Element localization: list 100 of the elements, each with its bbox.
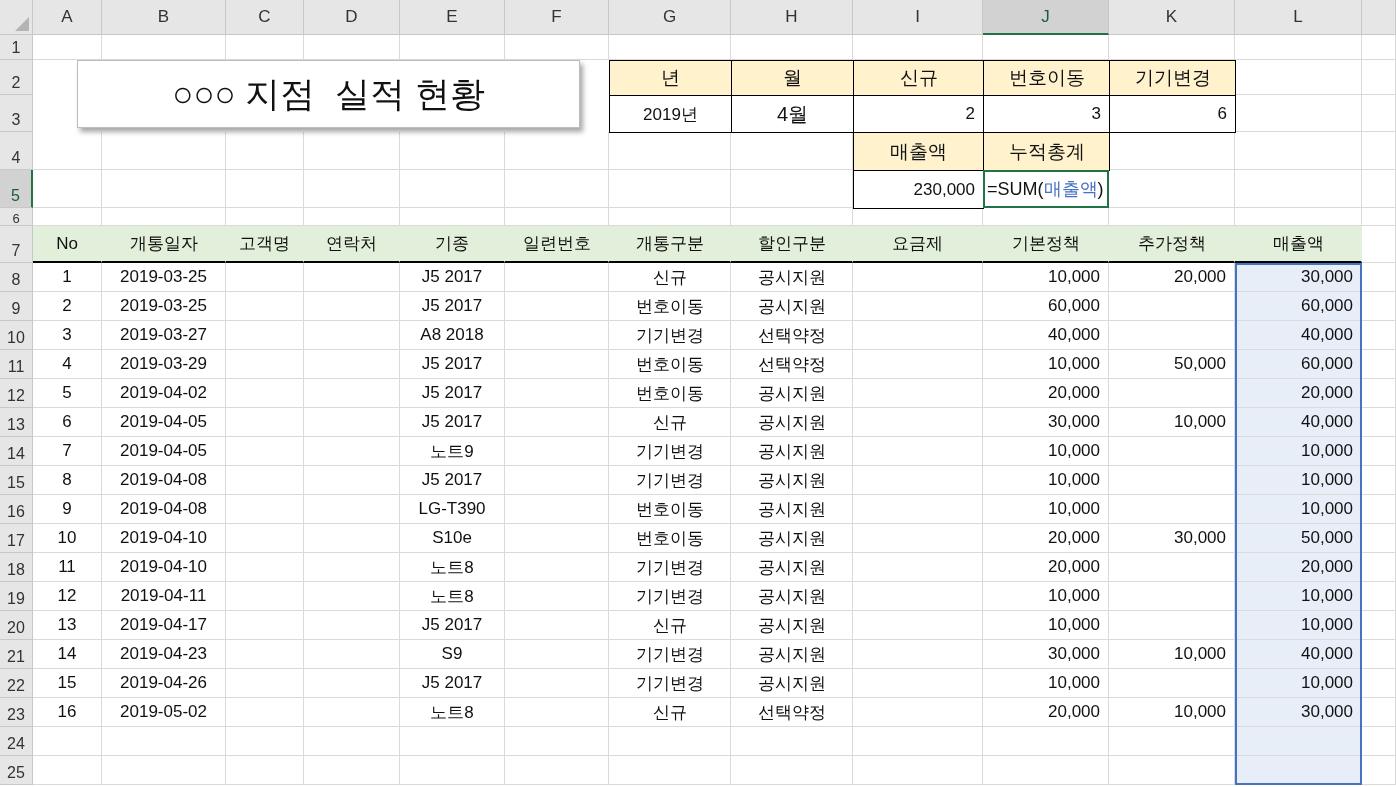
column-header[interactable]: F: [505, 0, 609, 35]
select-all-corner[interactable]: [0, 0, 33, 35]
empty-cell[interactable]: [853, 756, 983, 785]
empty-cell[interactable]: [609, 170, 731, 208]
empty-cell[interactable]: [505, 553, 609, 582]
empty-cell[interactable]: [304, 263, 400, 292]
row-header[interactable]: 9: [0, 292, 33, 321]
row-header[interactable]: 19: [0, 582, 33, 611]
empty-cell[interactable]: [226, 437, 304, 466]
row-header[interactable]: 1: [0, 35, 33, 60]
empty-cell[interactable]: [304, 582, 400, 611]
empty-cell[interactable]: [505, 350, 609, 379]
empty-cell[interactable]: [505, 495, 609, 524]
row-header[interactable]: 16: [0, 495, 33, 524]
empty-cell[interactable]: [226, 132, 304, 170]
empty-cell[interactable]: [853, 524, 983, 553]
empty-cell[interactable]: [400, 727, 505, 756]
empty-cell[interactable]: [853, 553, 983, 582]
empty-cell[interactable]: [505, 132, 609, 170]
empty-cell[interactable]: [853, 379, 983, 408]
empty-cell[interactable]: [853, 350, 983, 379]
empty-cell[interactable]: [102, 727, 226, 756]
column-header[interactable]: I: [853, 0, 983, 35]
empty-cell[interactable]: [304, 292, 400, 321]
empty-cell[interactable]: [102, 756, 226, 785]
empty-cell[interactable]: [505, 582, 609, 611]
empty-cell[interactable]: [731, 727, 853, 756]
empty-cell[interactable]: [226, 263, 304, 292]
row-header[interactable]: 15: [0, 466, 33, 495]
column-header[interactable]: J: [983, 0, 1109, 35]
row-header[interactable]: 5: [0, 170, 33, 208]
empty-cell[interactable]: [853, 640, 983, 669]
empty-cell[interactable]: [226, 408, 304, 437]
empty-cell[interactable]: [226, 553, 304, 582]
row-header[interactable]: 8: [0, 263, 33, 292]
row-header[interactable]: 24: [0, 727, 33, 756]
empty-cell[interactable]: [853, 495, 983, 524]
empty-cell[interactable]: [853, 292, 983, 321]
empty-cell[interactable]: [505, 524, 609, 553]
empty-cell[interactable]: [505, 321, 609, 350]
row-header[interactable]: 17: [0, 524, 33, 553]
row-header[interactable]: 14: [0, 437, 33, 466]
empty-cell[interactable]: [505, 263, 609, 292]
column-header[interactable]: K: [1109, 0, 1235, 35]
row-header[interactable]: 25: [0, 756, 33, 785]
empty-cell[interactable]: [1362, 60, 1396, 95]
empty-cell[interactable]: [226, 698, 304, 727]
empty-cell[interactable]: [505, 640, 609, 669]
empty-cell[interactable]: [1362, 170, 1396, 208]
empty-cell[interactable]: [400, 756, 505, 785]
empty-cell[interactable]: [1362, 35, 1396, 60]
empty-cell[interactable]: [1362, 208, 1396, 226]
row-header[interactable]: 4: [0, 132, 33, 170]
row-header[interactable]: 6: [0, 208, 33, 226]
empty-cell[interactable]: [304, 611, 400, 640]
empty-cell[interactable]: [609, 727, 731, 756]
empty-cell[interactable]: [226, 292, 304, 321]
empty-cell[interactable]: [304, 170, 400, 208]
empty-cell[interactable]: [853, 582, 983, 611]
row-header[interactable]: 2: [0, 60, 33, 95]
empty-cell[interactable]: [304, 408, 400, 437]
empty-cell[interactable]: [226, 321, 304, 350]
empty-cell[interactable]: [505, 408, 609, 437]
empty-cell[interactable]: [853, 408, 983, 437]
empty-cell[interactable]: [1235, 132, 1362, 170]
empty-cell[interactable]: [505, 669, 609, 698]
empty-cell[interactable]: [609, 756, 731, 785]
row-header[interactable]: 22: [0, 669, 33, 698]
empty-cell[interactable]: [853, 698, 983, 727]
empty-cell[interactable]: [1362, 226, 1396, 263]
empty-cell[interactable]: [226, 611, 304, 640]
empty-cell[interactable]: [226, 582, 304, 611]
column-header[interactable]: [1362, 0, 1396, 35]
empty-cell[interactable]: [226, 524, 304, 553]
row-header[interactable]: 21: [0, 640, 33, 669]
empty-cell[interactable]: [226, 170, 304, 208]
row-header[interactable]: 12: [0, 379, 33, 408]
empty-cell[interactable]: [400, 170, 505, 208]
row-header[interactable]: 7: [0, 226, 33, 263]
empty-cell[interactable]: [226, 495, 304, 524]
empty-cell[interactable]: [304, 669, 400, 698]
empty-cell[interactable]: [505, 437, 609, 466]
empty-cell[interactable]: [853, 437, 983, 466]
row-header[interactable]: 18: [0, 553, 33, 582]
empty-cell[interactable]: [853, 669, 983, 698]
column-header[interactable]: H: [731, 0, 853, 35]
empty-cell[interactable]: [853, 321, 983, 350]
column-header[interactable]: B: [102, 0, 226, 35]
empty-cell[interactable]: [731, 756, 853, 785]
empty-cell[interactable]: [1235, 727, 1362, 756]
formula-cell[interactable]: =SUM(매출액): [983, 170, 1109, 208]
empty-cell[interactable]: [853, 727, 983, 756]
empty-cell[interactable]: [400, 132, 505, 170]
column-header[interactable]: G: [609, 0, 731, 35]
row-header[interactable]: 20: [0, 611, 33, 640]
empty-cell[interactable]: [1362, 132, 1396, 170]
empty-cell[interactable]: [304, 466, 400, 495]
empty-cell[interactable]: [304, 640, 400, 669]
row-header[interactable]: 10: [0, 321, 33, 350]
empty-cell[interactable]: [505, 379, 609, 408]
